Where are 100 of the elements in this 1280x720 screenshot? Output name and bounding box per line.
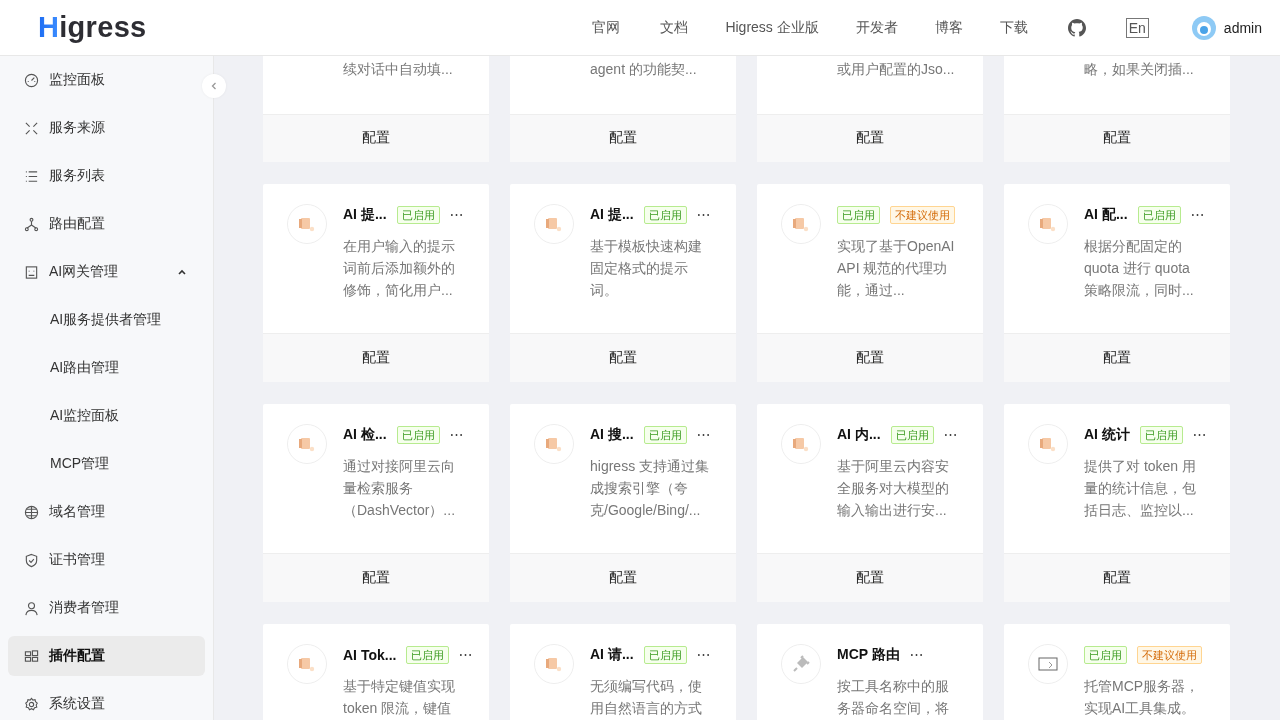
sidebar-item[interactable]: 监控面板 <box>8 60 205 100</box>
plugin-description: 基于模板快速构建固定格式的提示词。 <box>590 237 703 300</box>
status-tag: 已启用 <box>890 426 934 444</box>
plugin-title: AI Tok... <box>343 647 397 663</box>
github-icon[interactable] <box>1067 18 1086 37</box>
plugin-description: agent 的功能契... <box>590 59 698 79</box>
plugin-description: 续对话中自动填... <box>343 59 454 79</box>
plugin-description: higress 支持通过集成搜索引擎（夸克/Google/Bing/... <box>590 457 710 520</box>
status-tag: 已启用 <box>643 646 687 664</box>
plugin-icon <box>1028 204 1068 244</box>
plugin-icon <box>534 424 574 464</box>
status-tag: 已启用 <box>643 426 687 444</box>
configure-button[interactable]: 配置 <box>844 125 896 152</box>
plugin-icon <box>534 644 574 684</box>
shield-icon <box>24 552 39 568</box>
nav-link[interactable]: 博客 <box>934 18 963 37</box>
plugin-title: AI 统计 <box>1084 426 1130 444</box>
plugin-title: AI 内... <box>837 426 881 444</box>
more-icon[interactable] <box>696 653 710 657</box>
list-icon <box>24 168 39 184</box>
plugin-description: 托管MCP服务器，实现AI工具集成。 <box>1084 677 1201 718</box>
configure-button[interactable]: 配置 <box>350 565 402 592</box>
configure-button[interactable]: 配置 <box>350 125 402 152</box>
configure-button[interactable]: 配置 <box>597 125 649 152</box>
plugin-icon <box>287 424 327 464</box>
plugin-description: 基于特定键值实现token 限流，键值 <box>343 677 456 718</box>
chevron-icon[interactable] <box>177 267 187 277</box>
plugin-description: 略，如果关闭插... <box>1084 59 1195 79</box>
nav-link[interactable]: 文档 <box>660 18 689 37</box>
more-icon[interactable] <box>909 653 923 657</box>
sidebar-subitem[interactable]: MCP管理 <box>8 444 205 484</box>
settings-icon <box>24 696 39 712</box>
arrows-icon <box>24 120 39 136</box>
more-icon[interactable] <box>1192 433 1206 437</box>
sidebar-item[interactable]: 服务来源 <box>8 108 205 148</box>
plugin-icon <box>287 644 327 684</box>
sidebar-subitem[interactable]: AI路由管理 <box>8 348 205 388</box>
more-icon[interactable] <box>696 213 710 217</box>
plugin-title: AI 检... <box>343 426 387 444</box>
nav-link[interactable]: 下载 <box>999 18 1028 37</box>
status-tag: 已启用 <box>1137 206 1181 224</box>
configure-button[interactable]: 配置 <box>350 345 402 372</box>
avatar-icon[interactable] <box>1191 15 1216 40</box>
status-tag: 已启用 <box>837 206 880 224</box>
user-icon <box>24 600 39 616</box>
configure-button[interactable]: 配置 <box>1091 125 1143 152</box>
globe-icon <box>24 504 39 520</box>
sidebar-item[interactable]: AI网关管理 <box>8 252 205 292</box>
plugin-title: AI 请... <box>590 646 634 664</box>
status-tag: 已启用 <box>1139 426 1183 444</box>
network-icon <box>24 216 39 232</box>
configure-button[interactable]: 配置 <box>597 345 649 372</box>
status-tag: 已启用 <box>396 206 440 224</box>
status-tag: 已启用 <box>396 426 440 444</box>
plugin-title: AI 提... <box>590 206 634 224</box>
plugin-description: 无须编写代码，使用自然语言的方式 <box>590 677 703 718</box>
plugin-title: AI 提... <box>343 206 387 224</box>
configure-button[interactable]: 配置 <box>1091 565 1143 592</box>
sidebar-item[interactable]: 消费者管理 <box>8 588 205 628</box>
gauge-icon <box>24 72 39 88</box>
plugin-icon <box>287 204 327 244</box>
more-icon[interactable] <box>696 433 710 437</box>
nav-link[interactable]: 官网 <box>592 18 621 37</box>
configure-button[interactable]: 配置 <box>597 565 649 592</box>
plugin-description: 在用户输入的提示词前后添加额外的修饰，简化用户... <box>343 237 456 300</box>
status-tag: 已启用 <box>643 206 687 224</box>
user-name[interactable]: admin <box>1223 19 1262 36</box>
plugin-icon <box>781 204 821 244</box>
more-icon[interactable] <box>943 433 957 437</box>
configure-button[interactable]: 配置 <box>844 345 896 372</box>
sidebar-item[interactable]: 插件配置 <box>8 636 205 676</box>
language-button[interactable]: En <box>1125 17 1149 38</box>
more-icon[interactable] <box>1190 213 1204 217</box>
sidebar-item[interactable]: 证书管理 <box>8 540 205 580</box>
plugin-title: AI 搜... <box>590 426 634 444</box>
more-icon[interactable] <box>459 653 473 657</box>
status-tag: 已启用 <box>1084 646 1127 664</box>
image-icon <box>1028 644 1068 684</box>
plugin-description: 根据分配固定的quota 进行 quota 策略限流，同时... <box>1084 237 1195 300</box>
status-tag: 不建议使用 <box>890 206 955 224</box>
plugin-icon <box>1028 424 1068 464</box>
configure-button[interactable]: 配置 <box>1091 345 1143 372</box>
sidebar-item[interactable]: 路由配置 <box>8 204 205 244</box>
nav-link[interactable]: Higress 企业版 <box>725 18 819 37</box>
status-tag: 已启用 <box>406 646 450 664</box>
plugin-description: 按工具名称中的服务器命名空间，将 <box>837 677 950 718</box>
more-icon[interactable] <box>449 433 463 437</box>
nav-link[interactable]: 开发者 <box>855 18 898 37</box>
sidebar-item[interactable]: 服务列表 <box>8 156 205 196</box>
sidebar-item[interactable]: 域名管理 <box>8 492 205 532</box>
configure-button[interactable]: 配置 <box>844 565 896 592</box>
plugin-description: 通过对接阿里云向量检索服务（DashVector）... <box>343 457 457 520</box>
plugin-icon <box>781 424 821 464</box>
more-icon[interactable] <box>449 213 463 217</box>
plug-icon <box>781 644 821 684</box>
blocks-icon <box>24 648 39 664</box>
sidebar-subitem[interactable]: AI监控面板 <box>8 396 205 436</box>
sidebar-item[interactable]: 系统设置 <box>8 684 205 720</box>
sidebar-subitem[interactable]: AI服务提供者管理 <box>8 300 205 340</box>
plugin-description: 或用户配置的Jso... <box>837 59 956 79</box>
